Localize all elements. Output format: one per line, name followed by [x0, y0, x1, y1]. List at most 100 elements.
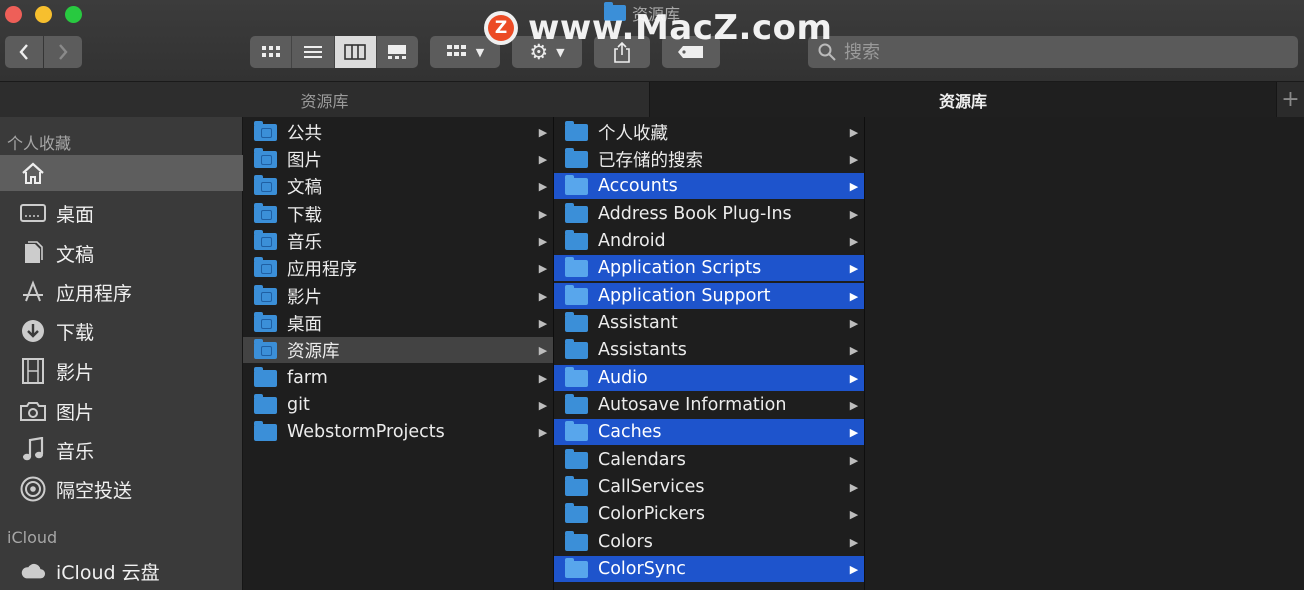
folder-name: Accounts [598, 176, 678, 196]
search-input[interactable] [844, 41, 1264, 63]
sidebar-item-label: 下载 [56, 321, 95, 344]
folder-name: 个人收藏 [598, 123, 668, 144]
gallery-view-button[interactable] [377, 36, 418, 68]
column-browser-column-1: 公共 ▶ 图片 ▶ 文稿 ▶ 下载 ▶ 音乐 ▶ 应用程序 ▶ 影片 ▶ 桌面 ▶ 资源库 ▶ f… [243, 117, 554, 590]
folder-icon [254, 338, 277, 359]
icon-view-button[interactable] [250, 36, 293, 68]
folder-row-highlighted[interactable]: ColorSync ▶ [554, 556, 864, 582]
folder-row-highlighted[interactable]: Audio ▶ [554, 365, 864, 391]
disclosure-arrow-icon: ▶ [538, 179, 548, 193]
folder-icon [565, 256, 588, 277]
folder-row[interactable]: 公共 ▶ [243, 119, 553, 145]
folder-icon [565, 311, 588, 332]
folder-row-highlighted[interactable]: Application Support ▶ [554, 283, 864, 309]
folder-row[interactable]: farm ▶ [243, 365, 553, 391]
sidebar-item-desktop[interactable]: 桌面 [0, 195, 243, 231]
sidebar-item-documents[interactable]: 文稿 [0, 235, 243, 271]
folder-name: Caches [598, 422, 662, 442]
folder-icon [254, 256, 277, 277]
sidebar-item-applications[interactable]: 应用程序 [0, 274, 243, 310]
folder-icon [565, 502, 588, 523]
view-mode-segmented-control [250, 36, 418, 68]
folder-row[interactable]: WebstormProjects ▶ [243, 419, 553, 445]
folder-row[interactable]: 已存储的搜索 ▶ [554, 146, 864, 172]
disclosure-arrow-icon: ▶ [538, 398, 548, 412]
folder-row[interactable]: 文稿 ▶ [243, 173, 553, 199]
column-browser-column-3 [865, 117, 1304, 590]
disclosure-arrow-icon: ▶ [849, 261, 859, 275]
folder-row[interactable]: Assistants ▶ [554, 337, 864, 363]
disclosure-arrow-icon: ▶ [538, 261, 548, 275]
sidebar-item-movies[interactable]: 影片 [0, 353, 243, 389]
folder-row[interactable]: 应用程序 ▶ [243, 255, 553, 281]
disclosure-arrow-icon: ▶ [849, 425, 859, 439]
columns-icon [344, 44, 366, 60]
airdrop-icon [20, 476, 46, 502]
folder-row-highlighted[interactable]: Caches ▶ [554, 419, 864, 445]
folder-row-selected[interactable]: 资源库 ▶ [243, 337, 553, 363]
folder-row[interactable]: CallServices ▶ [554, 474, 864, 500]
folder-row[interactable]: Autosave Information ▶ [554, 392, 864, 418]
sidebar-item-pictures[interactable]: 图片 [0, 393, 243, 429]
sidebar-item-icloud-drive[interactable]: iCloud 云盘 [0, 553, 243, 589]
folder-icon [254, 174, 277, 195]
list-icon [303, 46, 322, 58]
grid-icon [446, 45, 466, 56]
folder-name: Audio [598, 368, 648, 388]
chevron-down-icon: ▼ [475, 45, 485, 59]
sidebar-item-label: 文稿 [56, 243, 95, 266]
zoom-window-button[interactable] [65, 6, 82, 23]
grid-icon [261, 46, 280, 57]
sidebar-item-downloads[interactable]: 下载 [0, 313, 243, 349]
column-browser-column-2: 个人收藏 ▶ 已存储的搜索 ▶ Accounts ▶ Address Book Plu… [554, 117, 865, 590]
plus-icon: + [1281, 87, 1300, 112]
folder-name: ColorPickers [598, 504, 705, 524]
folder-row[interactable]: Colors ▶ [554, 529, 864, 555]
watermark-text: www.MacZ.com [528, 8, 833, 48]
folder-row[interactable]: 下载 ▶ [243, 201, 553, 227]
movies-icon [20, 358, 46, 384]
folder-row[interactable]: 桌面 ▶ [243, 310, 553, 336]
folder-row[interactable]: Android ▶ [554, 228, 864, 254]
folder-row[interactable]: 个人收藏 ▶ [554, 119, 864, 145]
sidebar: 个人收藏 桌面 文稿 应用程序 下载 影片 图片 音乐 隔空投送 iCloud … [0, 117, 243, 590]
path-tab-active[interactable]: 资源库 [650, 82, 1276, 117]
sidebar-item-label: 桌面 [56, 203, 95, 226]
folder-icon [565, 120, 588, 141]
folder-name: Application Support [598, 286, 771, 306]
folder-row[interactable]: Assistant ▶ [554, 310, 864, 336]
sidebar-item-home[interactable] [0, 155, 243, 191]
sidebar-item-music[interactable]: 音乐 [0, 432, 243, 468]
folder-icon [565, 338, 588, 359]
folder-icon [254, 229, 277, 250]
cloud-icon [20, 558, 46, 584]
new-tab-button[interactable]: + [1276, 82, 1304, 117]
documents-icon [20, 240, 46, 266]
path-tab[interactable]: 资源库 [0, 82, 650, 117]
folder-name: 下载 [287, 205, 322, 226]
close-window-button[interactable] [5, 6, 22, 23]
sidebar-item-airdrop[interactable]: 隔空投送 [0, 471, 243, 507]
folder-name: Autosave Information [598, 395, 787, 415]
back-button[interactable] [5, 36, 43, 68]
folder-icon [254, 284, 277, 305]
folder-row[interactable]: ColorPickers ▶ [554, 501, 864, 527]
minimize-window-button[interactable] [35, 6, 52, 23]
folder-icon [254, 202, 277, 223]
sidebar-section-favorites: 个人收藏 [7, 134, 72, 153]
list-view-button[interactable] [292, 36, 335, 68]
folder-row-highlighted[interactable]: Accounts ▶ [554, 173, 864, 199]
column-view-button[interactable] [334, 36, 377, 68]
folder-row[interactable]: Address Book Plug-Ins ▶ [554, 201, 864, 227]
forward-button[interactable] [44, 36, 82, 68]
sidebar-item-label: 影片 [56, 361, 95, 384]
folder-row-highlighted[interactable]: Application Scripts ▶ [554, 255, 864, 281]
folder-row[interactable]: 影片 ▶ [243, 283, 553, 309]
folder-row[interactable]: 音乐 ▶ [243, 228, 553, 254]
folder-row[interactable]: 图片 ▶ [243, 146, 553, 172]
folder-row[interactable]: Calendars ▶ [554, 447, 864, 473]
watermark-logo: Z [484, 11, 518, 45]
search-field[interactable] [808, 36, 1298, 68]
folder-row[interactable]: git ▶ [243, 392, 553, 418]
folder-icon [565, 393, 588, 414]
